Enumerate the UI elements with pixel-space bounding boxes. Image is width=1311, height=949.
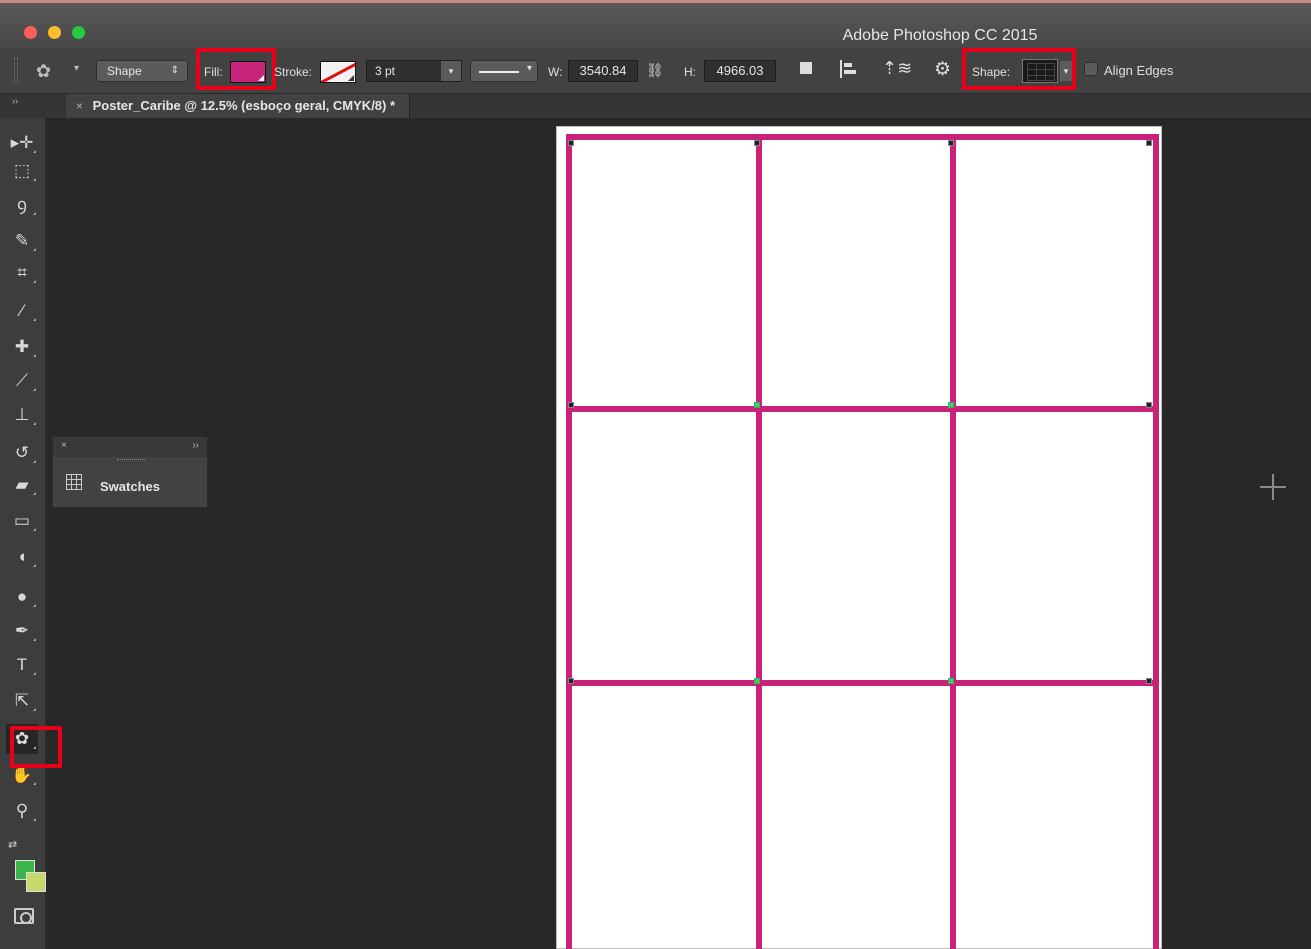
quick-mask-icon[interactable] (14, 908, 34, 924)
title-bar: Adobe Photoshop CC 2015 (0, 0, 1311, 48)
grid-vertical-bar (756, 134, 762, 949)
path-anchor-point[interactable] (568, 678, 574, 684)
stroke-width-value: 3 pt (375, 64, 396, 78)
history-brush-tool-icon[interactable]: ↺ (6, 438, 38, 468)
height-field[interactable]: 4966.03 (704, 60, 776, 82)
preset-dropdown-arrow-icon[interactable]: ▾ (74, 63, 79, 74)
custom-shape-preset-icon[interactable]: ✿ (36, 60, 60, 82)
swatches-panel-label[interactable]: Swatches (100, 479, 160, 494)
grid-vertical-bar (950, 134, 956, 949)
custom-shape-tool-highlight-box (10, 726, 62, 768)
grid-vertical-bar (1153, 134, 1159, 949)
pen-tool-icon[interactable]: ✒ (6, 616, 38, 646)
gradient-tool-icon[interactable]: ▭ (6, 506, 38, 536)
type-tool-icon[interactable]: T (6, 650, 38, 680)
lasso-tool-icon[interactable]: ꝯ (6, 190, 38, 220)
photoshop-window: Adobe Photoshop CC 2015 ✿ ▾ Shape ⇕ Fill… (0, 0, 1311, 949)
document-tab[interactable]: × Poster_Caribe @ 12.5% (esboço geral, C… (66, 94, 411, 118)
path-selection-tool-icon[interactable]: ⇱ (6, 686, 38, 716)
tools-panel: ▸✛ ⬚ ꝯ ✎ ⌗ ⁄ ✚ ⟋ ⊥ ↺ ▰ ▭ ◖ ● ✒ T ⇱ ✿ ✋ ⚲ ⇄ (0, 118, 46, 949)
eyedropper-tool-icon[interactable]: ⁄ (6, 296, 38, 326)
healing-brush-tool-icon[interactable]: ✚ (6, 332, 38, 362)
stroke-width-dropdown-icon[interactable]: ▾ (441, 61, 461, 81)
document-tab-row: ›› × Poster_Caribe @ 12.5% (esboço geral… (0, 94, 1311, 118)
options-bar: ✿ ▾ Shape ⇕ Fill: Stroke: 3 pt ▾ W: 3540… (0, 48, 1311, 94)
expand-panel-icon[interactable]: ›› (192, 440, 199, 451)
grid-shape[interactable] (566, 134, 1159, 949)
close-tab-icon[interactable]: × (76, 99, 83, 113)
path-anchor-point[interactable] (568, 402, 574, 408)
dodge-tool-icon[interactable]: ● (6, 582, 38, 612)
tool-mode-select[interactable]: Shape ⇕ (96, 60, 188, 82)
path-anchor-point[interactable] (948, 402, 954, 408)
swap-colors-icon[interactable]: ⇄ (8, 838, 17, 851)
path-anchor-point[interactable] (1146, 678, 1152, 684)
move-tool-icon[interactable]: ▸✛ (6, 128, 38, 158)
path-anchor-point[interactable] (568, 140, 574, 146)
background-color-swatch[interactable] (26, 872, 46, 892)
path-anchor-point[interactable] (1146, 140, 1152, 146)
path-alignment-icon[interactable] (840, 60, 856, 78)
quick-selection-tool-icon[interactable]: ✎ (6, 226, 38, 256)
document-tab-title: Poster_Caribe @ 12.5% (esboço geral, CMY… (92, 98, 396, 113)
panel-grip[interactable] (117, 459, 145, 462)
window-title: Adobe Photoshop CC 2015 (842, 27, 1038, 44)
crosshair-cursor-icon (1260, 474, 1286, 500)
path-anchor-point[interactable] (1146, 402, 1152, 408)
path-anchor-point[interactable] (754, 140, 760, 146)
swatches-panel: × ›› (52, 436, 208, 508)
stroke-label: Stroke: (274, 65, 313, 79)
grid-horizontal-bar (566, 680, 1159, 686)
eraser-tool-icon[interactable]: ▰ (6, 470, 38, 500)
tool-mode-value: Shape (107, 64, 142, 78)
maximize-window-button[interactable] (72, 26, 85, 39)
path-operations-icon[interactable] (800, 62, 812, 74)
zoom-tool-icon[interactable]: ⚲ (6, 796, 38, 826)
gear-icon[interactable]: ⚙ (934, 58, 951, 81)
align-edges-label: Align Edges (1104, 63, 1174, 78)
width-field[interactable]: 3540.84 (568, 60, 638, 82)
stroke-type-select[interactable] (470, 60, 538, 82)
close-window-button[interactable] (24, 26, 37, 39)
blur-tool-icon[interactable]: ◖ (6, 542, 38, 572)
chevron-updown-icon: ⇕ (170, 65, 179, 76)
options-bar-grip[interactable] (14, 58, 18, 84)
link-icon[interactable]: ⛓ (646, 62, 664, 79)
clone-stamp-tool-icon[interactable]: ⊥ (6, 400, 38, 430)
path-anchor-point[interactable] (948, 678, 954, 684)
crop-tool-icon[interactable]: ⌗ (6, 258, 38, 288)
marquee-tool-icon[interactable]: ⬚ (6, 156, 38, 186)
swatches-grid-icon[interactable] (66, 474, 82, 490)
path-arrangement-icon[interactable]: ⇡≋ (882, 58, 912, 79)
path-anchor-point[interactable] (948, 140, 954, 146)
fill-highlight-box (196, 48, 276, 90)
grid-horizontal-bar (566, 406, 1159, 412)
swatches-panel-header[interactable]: × ›› (53, 437, 207, 457)
height-label: H: (684, 65, 696, 79)
stroke-color-swatch[interactable] (320, 61, 356, 83)
align-edges-checkbox[interactable] (1084, 62, 1098, 76)
grid-horizontal-bar (566, 134, 1159, 140)
path-anchor-point[interactable] (754, 678, 760, 684)
minimize-window-button[interactable] (48, 26, 61, 39)
path-anchor-point[interactable] (754, 402, 760, 408)
grid-vertical-bar (566, 134, 572, 949)
width-label: W: (548, 65, 563, 79)
close-panel-icon[interactable]: × (61, 440, 67, 451)
expand-panels-icon[interactable]: ›› (12, 96, 18, 106)
stroke-width-field[interactable]: 3 pt ▾ (366, 60, 462, 82)
brush-tool-icon[interactable]: ⟋ (6, 366, 38, 396)
shape-highlight-box (962, 48, 1076, 90)
